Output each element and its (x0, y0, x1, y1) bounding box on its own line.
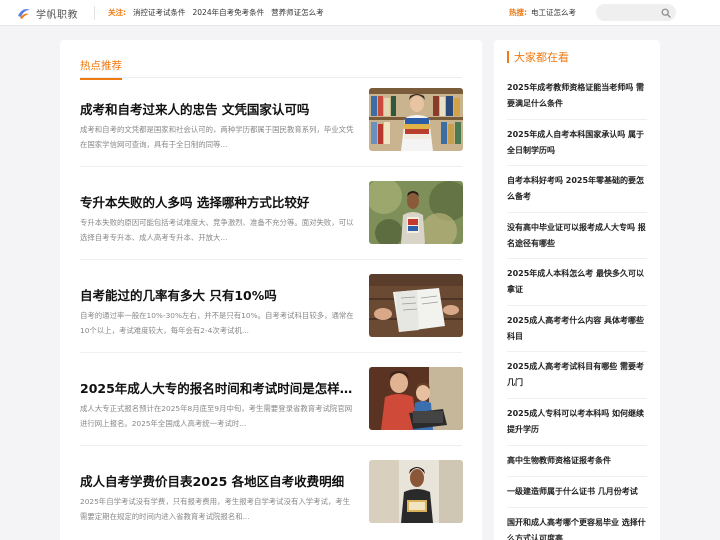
top-bar: 学帆职教 关注: 消控证考试条件 2024年自考免考条件 营养师证怎么考 热搜:… (0, 0, 720, 26)
sidebar-divider (507, 119, 647, 120)
sidebar-divider (507, 398, 647, 399)
hot-label: 热搜: (509, 8, 527, 17)
hot-search: 热搜: 电工证怎么考 (509, 7, 576, 18)
article-thumbnail[interactable] (369, 460, 463, 523)
section-divider (80, 77, 462, 78)
sidebar-item[interactable]: 自考本科好考吗 2025年零基础的要怎么备考 (507, 173, 647, 204)
focus-link[interactable]: 营养师证怎么考 (271, 7, 324, 18)
sidebar-divider (507, 507, 647, 508)
search-input[interactable] (602, 6, 658, 19)
logo-icon (16, 5, 32, 21)
article-thumbnail[interactable] (369, 274, 463, 337)
focus-link[interactable]: 2024年自考免考条件 (193, 7, 265, 18)
article-divider (80, 445, 462, 446)
article-item[interactable]: 自考能过的几率有多大 只有10%吗 自考的通过率一般在10%-30%左右，并不是… (80, 274, 463, 362)
article-item[interactable]: 成考和自考过来人的忠告 文凭国家认可吗 成考和自考的文凭都是国家和社会认可的，两… (80, 88, 463, 176)
article-divider (80, 166, 462, 167)
article-summary: 成人大专正式报名预计在2025年8月底至9月中旬，考生需要登录省教育考试院官网进… (80, 404, 353, 428)
sidebar-title: 大家都在看 (514, 51, 569, 64)
article-title[interactable]: 成考和自考过来人的忠告 文凭国家认可吗 (80, 99, 355, 118)
sidebar-divider (507, 165, 647, 166)
focus-links: 关注: 消控证考试条件 2024年自考免考条件 营养师证怎么考 (108, 7, 324, 18)
article-item[interactable]: 成人自考学费价目表2025 各地区自考收费明细 2025年自学考试没有学费，只有… (80, 460, 463, 540)
article-summary: 2025年自学考试没有学费，只有报考费用，考生报考自学考试没有入学考试，考生需要… (80, 497, 351, 521)
article-thumbnail[interactable] (369, 367, 463, 430)
sidebar-item[interactable]: 2025成人专科可以考本科吗 如何继续提升学历 (507, 406, 647, 437)
sidebar-header-bar (507, 51, 509, 63)
article-item[interactable]: 专升本失败的人多吗 选择哪种方式比较好 专升本失败的原因可能包括考试难度大、竞争… (80, 181, 463, 269)
article-title[interactable]: 2025年成人大专的报名时间和考试时间是怎样安排的 (80, 378, 355, 397)
sidebar-item[interactable]: 2025成人高考考试科目有哪些 需要考几门 (507, 359, 647, 390)
sidebar-divider (507, 305, 647, 306)
top-divider (94, 6, 95, 20)
sidebar-item[interactable]: 2025成人高考考什么内容 具体考哪些科目 (507, 313, 647, 344)
sidebar-item[interactable]: 2025年成人本科怎么考 最快多久可以拿证 (507, 266, 647, 297)
hot-link[interactable]: 电工证怎么考 (531, 7, 576, 18)
site-logo[interactable]: 学帆职教 (16, 4, 78, 22)
sidebar-item[interactable]: 国开和成人高考哪个更容易毕业 选择什么方式认可度高 (507, 515, 647, 540)
article-thumbnail[interactable] (369, 181, 463, 244)
focus-link[interactable]: 消控证考试条件 (133, 7, 186, 18)
sidebar-item[interactable]: 2025年成人自考本科国家承认吗 属于全日制学历吗 (507, 127, 647, 158)
article-summary: 专升本失败的原因可能包括考试难度大、竞争激烈、准备不充分等。面对失败，可以选择自… (80, 218, 354, 242)
sidebar-header: 大家都在看 (507, 50, 569, 64)
focus-label: 关注: (108, 8, 126, 17)
sidebar-item[interactable]: 一级建造师属于什么证书 几月份考试 (507, 484, 647, 500)
article-item[interactable]: 2025年成人大专的报名时间和考试时间是怎样安排的 成人大专正式报名预计在202… (80, 367, 463, 455)
sidebar-divider (507, 351, 647, 352)
main-content: 热点推荐 成考和自考过来人的忠告 文凭国家认可吗 成考和自考的文凭都是国家和社会… (60, 40, 482, 540)
article-title[interactable]: 专升本失败的人多吗 选择哪种方式比较好 (80, 192, 355, 211)
article-title[interactable]: 自考能过的几率有多大 只有10%吗 (80, 285, 355, 304)
article-divider (80, 352, 462, 353)
site-name: 学帆职教 (36, 9, 78, 21)
article-title[interactable]: 成人自考学费价目表2025 各地区自考收费明细 (80, 471, 355, 490)
sidebar-item[interactable]: 2025年成考教师资格证能当老师吗 需要满足什么条件 (507, 80, 647, 111)
sidebar: 大家都在看 2025年成考教师资格证能当老师吗 需要满足什么条件 2025年成人… (494, 40, 660, 540)
sidebar-item[interactable]: 高中生物教师资格证报考条件 (507, 453, 647, 469)
sidebar-item[interactable]: 没有高中毕业证可以报考成人大专吗 报名途径有哪些 (507, 220, 647, 251)
article-summary: 自考的通过率一般在10%-30%左右，并不是只有10%。自考考试科目较多，通常在… (80, 311, 354, 335)
sidebar-divider (507, 258, 647, 259)
sidebar-divider (507, 445, 647, 446)
sidebar-divider (507, 476, 647, 477)
article-summary: 成考和自考的文凭都是国家和社会认可的，两种学历都属于国民教育系列，毕业文凭在国家… (80, 125, 354, 149)
sidebar-divider (507, 212, 647, 213)
article-divider (80, 259, 462, 260)
search-box (596, 4, 676, 21)
article-thumbnail[interactable] (369, 88, 463, 151)
search-icon[interactable] (659, 6, 673, 19)
